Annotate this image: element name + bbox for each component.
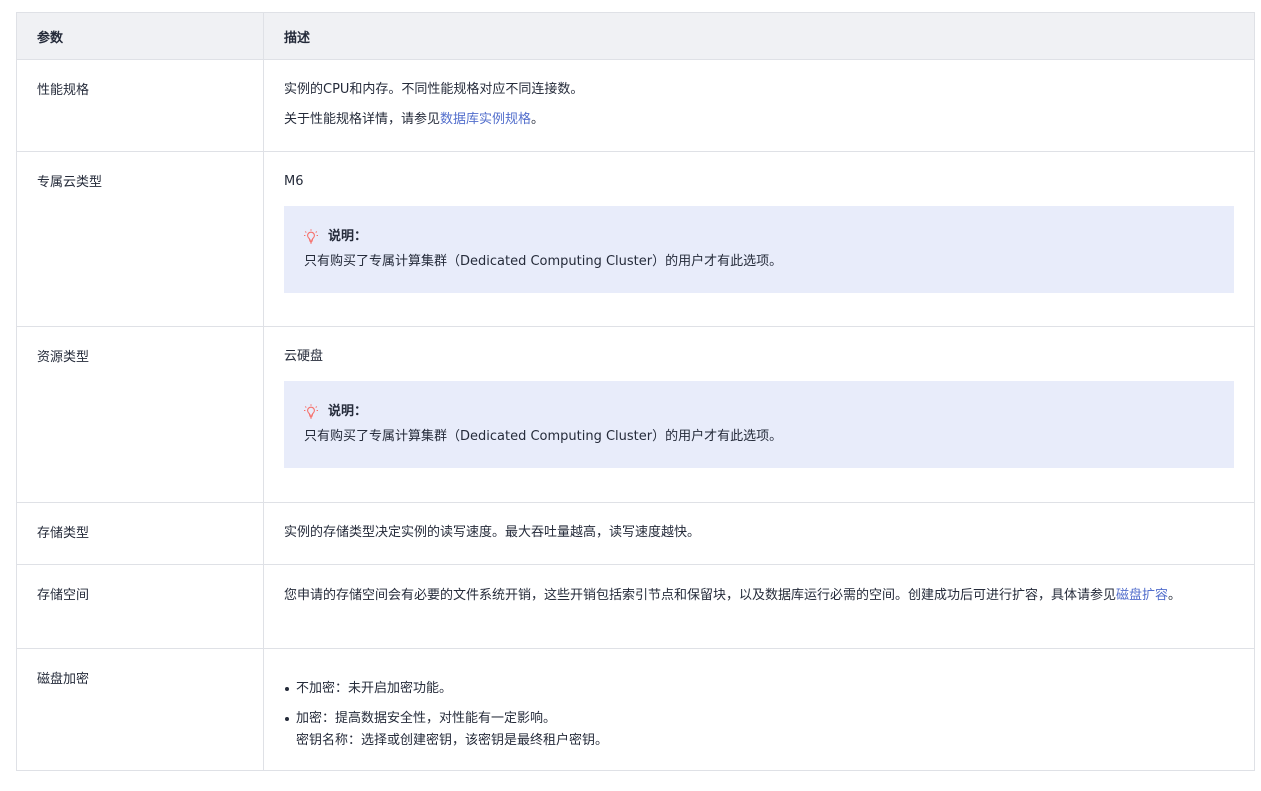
param-cell: 资源类型 bbox=[16, 326, 264, 503]
note-title: 说明： bbox=[328, 404, 368, 419]
param-cell: 磁盘加密 bbox=[16, 648, 264, 771]
note-header: 说明： bbox=[304, 227, 1214, 247]
note-header: 说明： bbox=[304, 402, 1214, 422]
encryption-options-list: 不加密：未开启加密功能。 加密：提高数据安全性，对性能有一定影响。 密钥名称：选… bbox=[284, 679, 1234, 751]
parameter-table: 参数 描述 性能规格 实例的CPU和内存。不同性能规格对应不同连接数。 关于性能… bbox=[16, 12, 1255, 771]
desc-line: 关于性能规格详情，请参见数据库实例规格。 bbox=[284, 110, 1234, 130]
desc-cell: 不加密：未开启加密功能。 加密：提高数据安全性，对性能有一定影响。 密钥名称：选… bbox=[263, 648, 1255, 771]
param-cell: 性能规格 bbox=[16, 59, 264, 152]
table-row: 资源类型 云硬盘 说明： 只有购买了专属计算集群（Dedicated Compu… bbox=[16, 326, 1255, 503]
desc-cell: 实例的存储类型决定实例的读写速度。最大吞吐量越高，读写速度越快。 bbox=[263, 502, 1255, 565]
table-row: 磁盘加密 不加密：未开启加密功能。 加密：提高数据安全性，对性能有一定影响。 密… bbox=[16, 648, 1255, 771]
disk-expansion-link[interactable]: 磁盘扩容 bbox=[1116, 588, 1168, 603]
note-title: 说明： bbox=[328, 229, 368, 244]
param-cell: 存储空间 bbox=[16, 564, 264, 649]
note-box: 说明： 只有购买了专属计算集群（Dedicated Computing Clus… bbox=[284, 206, 1234, 293]
instance-spec-link[interactable]: 数据库实例规格 bbox=[440, 112, 531, 127]
table-row: 存储类型 实例的存储类型决定实例的读写速度。最大吞吐量越高，读写速度越快。 bbox=[16, 502, 1255, 565]
desc-cell: 云硬盘 说明： 只有购买了专属计算集群（Dedicated Computing … bbox=[263, 326, 1255, 503]
table-row: 性能规格 实例的CPU和内存。不同性能规格对应不同连接数。 关于性能规格详情，请… bbox=[16, 59, 1255, 152]
desc-line: 您申请的存储空间会有必要的文件系统开销，这些开销包括索引节点和保留块，以及数据库… bbox=[284, 585, 1234, 607]
table-row: 存储空间 您申请的存储空间会有必要的文件系统开销，这些开销包括索引节点和保留块，… bbox=[16, 564, 1255, 649]
list-item: 不加密：未开启加密功能。 bbox=[284, 679, 1234, 699]
header-param: 参数 bbox=[16, 12, 264, 60]
list-item: 加密：提高数据安全性，对性能有一定影响。 密钥名称：选择或创建密钥，该密钥是最终… bbox=[284, 709, 1234, 751]
param-cell: 专属云类型 bbox=[16, 151, 264, 327]
desc-text: 您申请的存储空间会有必要的文件系统开销，这些开销包括索引节点和保留块，以及数据库… bbox=[284, 588, 1117, 603]
desc-cell: 实例的CPU和内存。不同性能规格对应不同连接数。 关于性能规格详情，请参见数据库… bbox=[263, 59, 1255, 152]
list-item-text: 加密：提高数据安全性，对性能有一定影响。 bbox=[296, 711, 557, 726]
parameter-table-container: 参数 描述 性能规格 实例的CPU和内存。不同性能规格对应不同连接数。 关于性能… bbox=[16, 12, 1255, 771]
desc-line: M6 bbox=[284, 174, 304, 189]
note-text: 只有购买了专属计算集群（Dedicated Computing Cluster）… bbox=[304, 429, 783, 444]
list-item-subtext: 密钥名称：选择或创建密钥，该密钥是最终租户密钥。 bbox=[296, 733, 609, 748]
table-row: 专属云类型 M6 说明： 只有购买了专属计算集群（Dedicated Compu… bbox=[16, 151, 1255, 327]
desc-cell: M6 说明： 只有购买了专属计算集群（Dedicated Computing C… bbox=[263, 151, 1255, 327]
header-desc: 描述 bbox=[263, 12, 1255, 60]
param-cell: 存储类型 bbox=[16, 502, 264, 565]
table-header-row: 参数 描述 bbox=[16, 12, 1255, 60]
desc-line: 实例的存储类型决定实例的读写速度。最大吞吐量越高，读写速度越快。 bbox=[284, 525, 701, 540]
desc-cell: 您申请的存储空间会有必要的文件系统开销，这些开销包括索引节点和保留块，以及数据库… bbox=[263, 564, 1255, 649]
desc-text: 关于性能规格详情，请参见 bbox=[284, 112, 441, 127]
desc-line: 实例的CPU和内存。不同性能规格对应不同连接数。 bbox=[284, 82, 584, 97]
desc-text: 。 bbox=[531, 112, 545, 127]
note-box: 说明： 只有购买了专属计算集群（Dedicated Computing Clus… bbox=[284, 381, 1234, 468]
lightbulb-icon bbox=[304, 229, 318, 245]
desc-line: 云硬盘 bbox=[284, 349, 324, 364]
note-text: 只有购买了专属计算集群（Dedicated Computing Cluster）… bbox=[304, 254, 783, 269]
desc-text: 。 bbox=[1168, 588, 1182, 603]
lightbulb-icon bbox=[304, 404, 318, 420]
